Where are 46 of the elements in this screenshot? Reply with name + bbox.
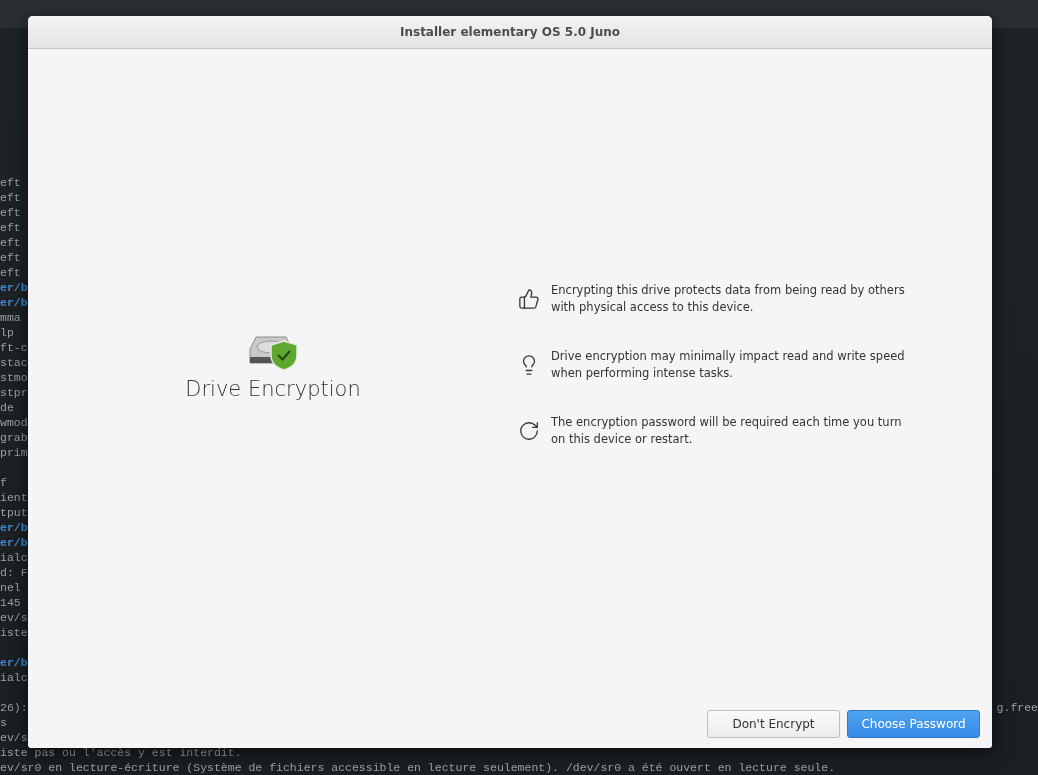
- dont-encrypt-button[interactable]: Don't Encrypt: [707, 710, 840, 738]
- terminal-text: stac: [0, 355, 28, 370]
- terminal-text: er/b: [0, 655, 28, 670]
- thumbs-up-icon: [518, 287, 540, 310]
- terminal-text: d: F: [0, 565, 28, 580]
- terminal-text: ev/sr0 en lecture-écriture (Système de fichiers accessible en lecture seulement). /dev/sr0 a été ouvert en lecture seule.: [0, 760, 836, 775]
- terminal-text: er/b: [0, 280, 28, 295]
- terminal-text: wmod: [0, 415, 28, 430]
- terminal-text: er/b: [0, 520, 28, 535]
- terminal-text: ialc: [0, 550, 28, 565]
- terminal-text: de: [0, 400, 14, 415]
- terminal-text: eft: [0, 205, 21, 220]
- terminal-text: eft: [0, 220, 21, 235]
- terminal-text: f: [0, 475, 7, 490]
- info-text: Encrypting this drive protects data from being read by others with physical access to this device.: [551, 281, 906, 316]
- terminal-text: iste pas ou l'accès y est interdit.: [0, 745, 242, 760]
- terminal-text: tput: [0, 505, 28, 520]
- terminal-text: iste: [0, 625, 28, 640]
- terminal-text: er/b: [0, 295, 28, 310]
- info-text: The encryption password will be required each time you turn on this device or restart.: [551, 413, 903, 448]
- terminal-text: eft: [0, 190, 21, 205]
- terminal-text: stpr: [0, 385, 28, 400]
- terminal-text: ft-c: [0, 340, 28, 355]
- window-title: Installer elementary OS 5.0 Juno: [400, 25, 620, 39]
- restart-icon: [518, 419, 540, 442]
- page-heading: Drive Encryption: [185, 376, 361, 401]
- terminal-text: 26):: [0, 700, 28, 715]
- terminal-text: ev/s: [0, 730, 28, 745]
- terminal-text: eft: [0, 250, 21, 265]
- terminal-text: lp: [0, 325, 14, 340]
- terminal-text: mma: [0, 310, 21, 325]
- terminal-text: 145: [0, 595, 21, 610]
- terminal-text: grab: [0, 430, 28, 445]
- terminal-text: nel: [0, 580, 21, 595]
- terminal-text: eft: [0, 265, 21, 280]
- terminal-text: g.free: [996, 700, 1038, 715]
- terminal-text: s: [0, 715, 7, 730]
- terminal-text: eft: [0, 175, 21, 190]
- terminal-text: ev/s: [0, 610, 28, 625]
- terminal-text: stmo: [0, 370, 28, 385]
- terminal-text: eft: [0, 235, 21, 250]
- terminal-text: ient: [0, 490, 28, 505]
- terminal-text: ialc: [0, 670, 28, 685]
- info-text: Drive encryption may minimally impact read and write speed when performing intense tasks.: [551, 347, 906, 382]
- terminal-text: er/b: [0, 535, 28, 550]
- terminal-text: prim: [0, 445, 28, 460]
